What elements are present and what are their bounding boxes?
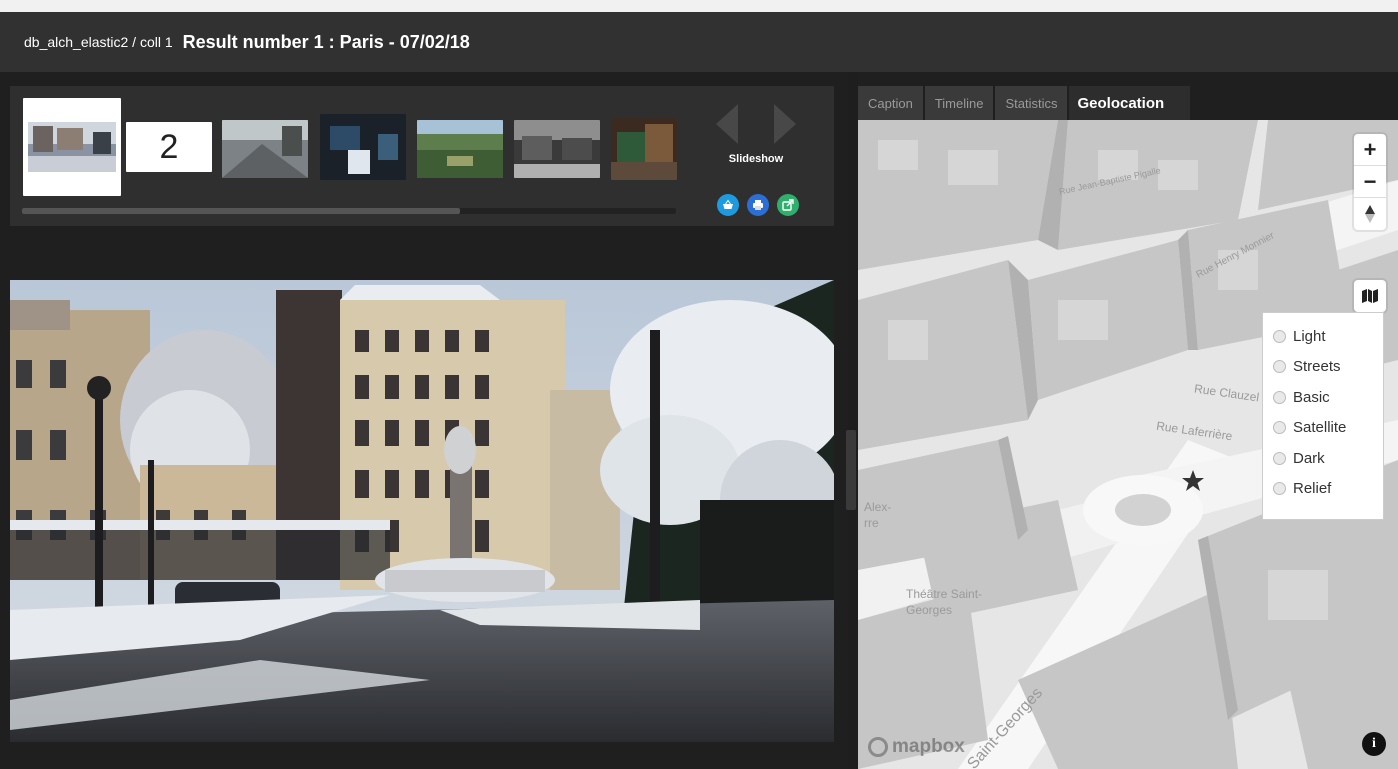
thumbnail-7[interactable] xyxy=(611,118,677,180)
thumbnail-scrollbar[interactable] xyxy=(22,208,676,214)
radio-dark[interactable] xyxy=(1273,451,1286,465)
radio-streets[interactable] xyxy=(1273,360,1286,374)
radio-satellite[interactable] xyxy=(1273,421,1286,435)
map-style-button[interactable] xyxy=(1354,280,1386,312)
radio-light[interactable] xyxy=(1273,329,1286,343)
map-style-relief-label: Relief xyxy=(1293,480,1332,498)
mapbox-wordmark: mapbox xyxy=(892,736,965,757)
compass-icon xyxy=(1365,205,1375,223)
radio-basic[interactable] xyxy=(1273,390,1286,404)
thumbnail-6[interactable] xyxy=(514,120,600,178)
thumbnail-scrollbar-thumb[interactable] xyxy=(22,208,461,214)
thumbnail-1 xyxy=(28,122,116,172)
map-style-relief[interactable]: Relief xyxy=(1273,474,1373,505)
map-label-rre: rre xyxy=(864,516,879,530)
zoom-in-button[interactable]: + xyxy=(1354,134,1386,166)
radio-relief[interactable] xyxy=(1273,482,1286,496)
tab-statistics[interactable]: Statistics xyxy=(995,86,1068,120)
map-style-basic-label: Basic xyxy=(1293,388,1330,406)
map-style-light-label: Light xyxy=(1293,327,1326,345)
left-panel: 2 Slideshow xyxy=(0,72,848,769)
prev-arrow-icon[interactable] xyxy=(716,104,738,144)
map-label-theatre: Théâtre Saint-Georges xyxy=(906,587,983,617)
zoom-out-button[interactable]: − xyxy=(1354,166,1386,198)
selected-thumbnail-frame[interactable] xyxy=(23,98,121,196)
action-buttons xyxy=(708,194,808,220)
map-label-alex: Alex- xyxy=(864,500,892,514)
collection-path[interactable]: db_alch_elastic2 / coll 1 xyxy=(24,34,173,50)
result-title: Result number 1 : Paris - 07/02/18 xyxy=(182,31,470,52)
thumbnail-strip: 2 Slideshow xyxy=(10,86,834,226)
map-style-streets[interactable]: Streets xyxy=(1273,352,1373,383)
thumbnail-2[interactable]: 2 xyxy=(126,122,212,172)
map-style-dark-label: Dark xyxy=(1293,449,1325,467)
tab-timeline[interactable]: Timeline xyxy=(924,86,994,120)
panel-splitter[interactable] xyxy=(846,430,856,510)
map-style-basic[interactable]: Basic xyxy=(1273,382,1373,413)
result-header: db_alch_elastic2 / coll 1 Result number … xyxy=(0,12,1398,72)
geolocation-map[interactable]: Rue Clauzel Rue Laferrière Rue Henry Mon… xyxy=(858,120,1398,769)
tab-caption[interactable]: Caption xyxy=(858,86,923,120)
mapbox-attribution[interactable]: mapbox xyxy=(868,736,965,758)
mapbox-logo-icon xyxy=(868,737,888,757)
main-photo xyxy=(10,280,834,742)
map-style-dark[interactable]: Dark xyxy=(1273,443,1373,474)
info-tabs: Caption Timeline Statistics Geolocation xyxy=(858,86,1192,120)
info-icon[interactable]: i xyxy=(1362,732,1386,756)
thumbnail-4[interactable] xyxy=(320,114,406,180)
basket-icon[interactable] xyxy=(717,194,739,216)
map-style-list: Light Streets Basic Satellite Dark Relie… xyxy=(1262,312,1384,520)
print-icon[interactable] xyxy=(747,194,769,216)
right-panel: Caption Timeline Statistics Geolocation xyxy=(858,72,1398,769)
map-style-satellite-label: Satellite xyxy=(1293,419,1347,437)
map-zoom-controls: + − xyxy=(1354,134,1386,230)
thumbnail-3[interactable] xyxy=(222,120,308,178)
share-icon[interactable] xyxy=(777,194,799,216)
slideshow-nav xyxy=(710,96,802,146)
thumbnail-5[interactable] xyxy=(417,120,503,178)
next-arrow-icon[interactable] xyxy=(774,104,796,144)
compass-button[interactable] xyxy=(1354,198,1386,230)
top-strip xyxy=(0,0,1398,12)
star-marker-icon[interactable] xyxy=(1181,469,1205,493)
map-style-light[interactable]: Light xyxy=(1273,321,1373,352)
map-layers-icon xyxy=(1362,289,1378,303)
map-style-satellite[interactable]: Satellite xyxy=(1273,413,1373,444)
map-style-streets-label: Streets xyxy=(1293,358,1341,376)
tab-geolocation[interactable]: Geolocation xyxy=(1069,86,1191,120)
slideshow-label[interactable]: Slideshow xyxy=(710,153,802,165)
